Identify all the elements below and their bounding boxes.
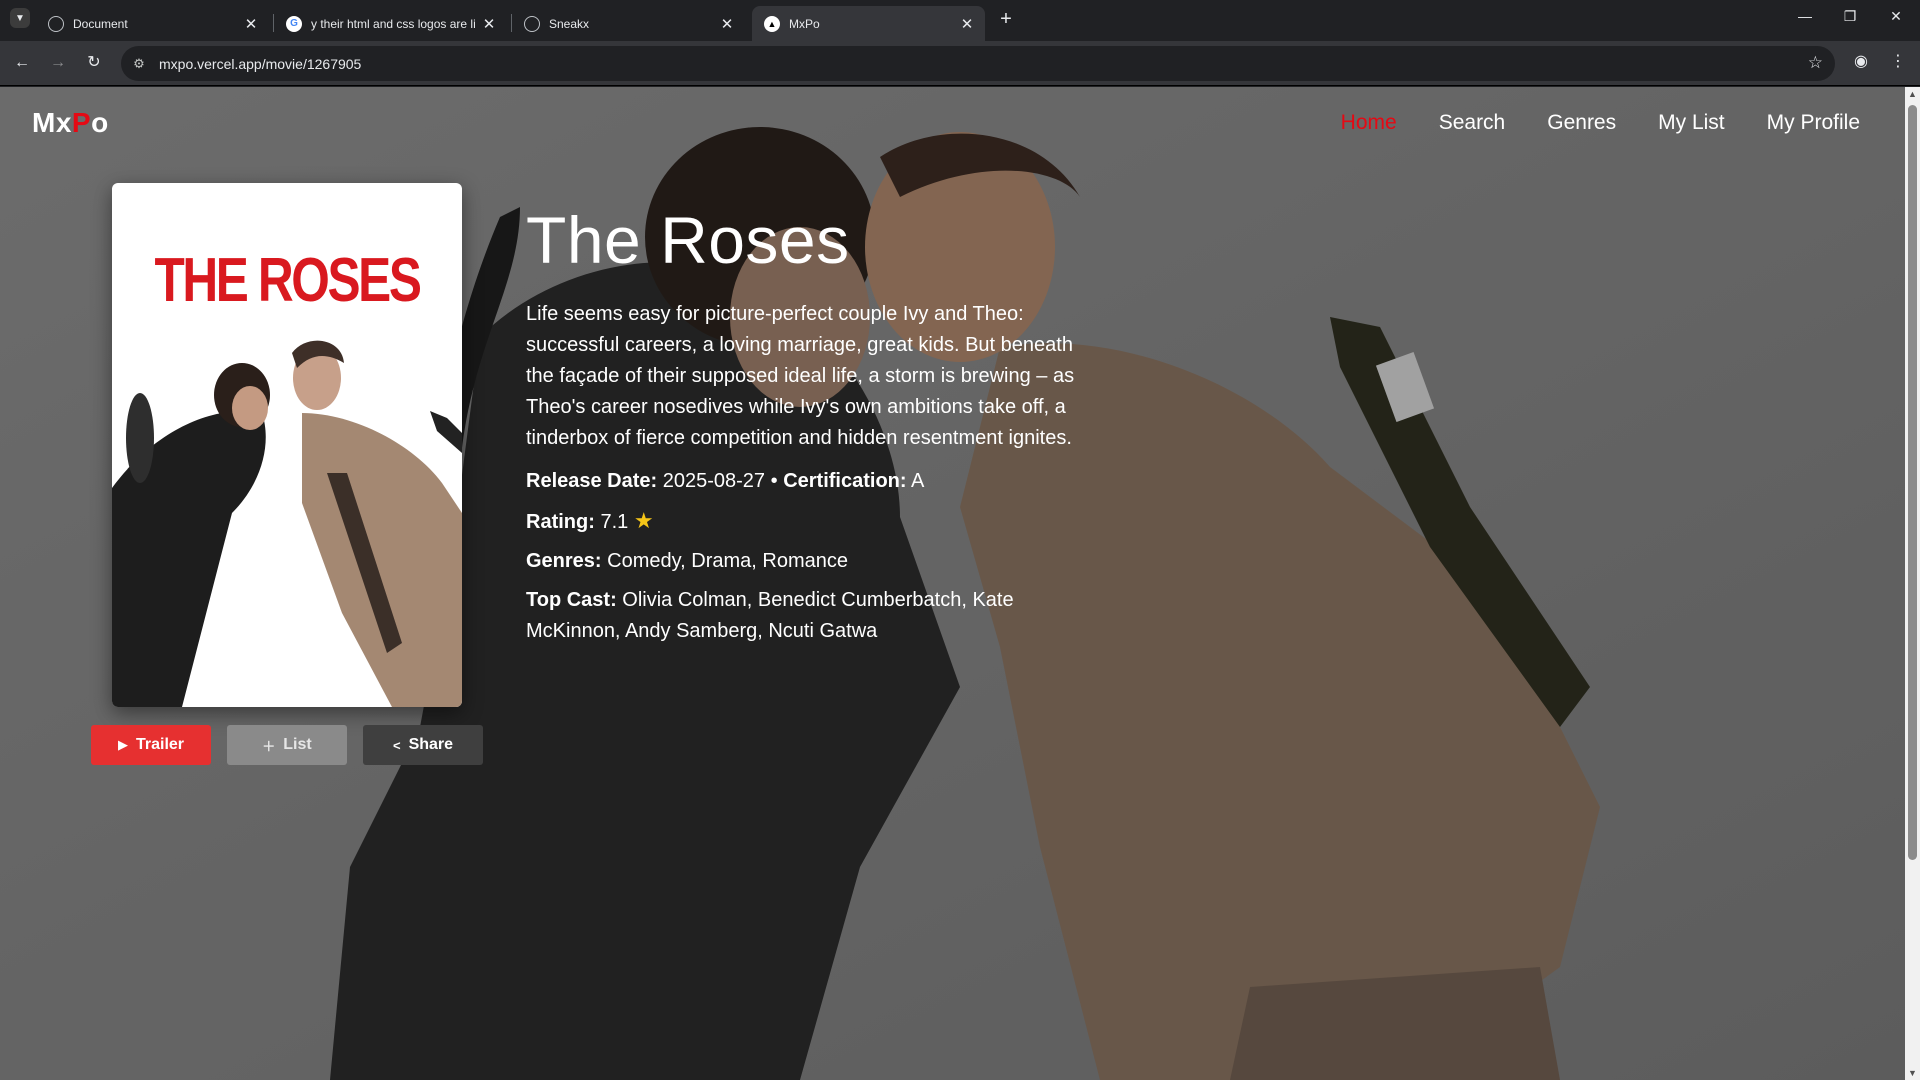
list-label: List [283,736,312,753]
triangle-logo-icon: ▲ [764,15,780,32]
close-window-icon[interactable]: ✕ [1884,8,1908,25]
nav-my-list[interactable]: My List [1658,111,1725,135]
page-scrollbar[interactable]: ▲ ▼ [1905,87,1920,1080]
movie-title: The Roses [526,203,850,277]
genres-label: Genres: [526,550,602,572]
browser-toolbar: ← → ↻ ⚙ mxpo.vercel.app/movie/1267905 ☆ … [0,41,1920,86]
close-tab-icon[interactable]: ✕ [719,15,735,33]
play-icon: ▶ [117,737,128,752]
trailer-label: Trailer [135,736,185,753]
tab-sneakx[interactable]: Sneakx ✕ [512,6,745,41]
poster-art [112,340,462,707]
scroll-down-icon[interactable]: ▼ [1908,1068,1917,1078]
rating-value: 7.1 [600,511,629,533]
profile-icon[interactable]: ◉ [1849,51,1873,71]
tab-google[interactable]: G y their html and css logos are li ✕ [274,6,507,41]
close-tab-icon[interactable]: ✕ [243,15,259,33]
movie-poster: THE ROSES [112,183,462,707]
back-icon[interactable]: ← [10,51,34,75]
release-label: Release Date: [526,470,658,492]
close-tab-icon[interactable]: ✕ [481,15,497,33]
google-icon: G [286,15,302,32]
nav-search[interactable]: Search [1439,111,1506,135]
tab-title: Sneakx [549,16,590,31]
meta-separator: • [770,470,778,492]
rating-label: Rating: [526,511,595,533]
site-logo[interactable]: MxPo [32,107,109,139]
tab-mxpo[interactable]: ▲ MxPo ✕ [752,6,985,41]
url-text[interactable]: mxpo.vercel.app/movie/1267905 [159,56,361,72]
address-bar[interactable]: ⚙ mxpo.vercel.app/movie/1267905 ☆ [121,46,1835,81]
menu-icon[interactable]: ⋮ [1886,51,1910,71]
site-info-icon[interactable]: ⚙ [129,56,149,72]
trailer-button[interactable]: ▶ Trailer [91,725,211,765]
reload-icon[interactable]: ↻ [82,51,106,75]
tab-title: MxPo [789,16,820,31]
tab-title: Document [73,16,128,31]
new-tab-icon[interactable]: + [996,8,1016,32]
nav-my-profile[interactable]: My Profile [1767,111,1860,135]
share-label: Share [408,736,454,753]
scroll-thumb[interactable] [1908,105,1917,860]
nav-home[interactable]: Home [1341,111,1397,135]
nav-genres[interactable]: Genres [1547,111,1616,135]
globe-icon [48,15,64,32]
scroll-up-icon[interactable]: ▲ [1908,89,1917,99]
tab-document[interactable]: Document ✕ [36,6,269,41]
logo-text-tail: o [91,107,109,138]
cast-line: Top Cast: Olivia Colman, Benedict Cumber… [526,585,1106,647]
minimize-icon[interactable]: — [1793,8,1817,24]
release-date: 2025-08-27 [662,470,766,492]
add-to-list-button[interactable]: ＋ List [227,725,347,765]
action-buttons: ▶ Trailer ＋ List < Share [91,725,483,765]
star-icon: ★ [633,508,654,533]
forward-icon[interactable]: → [46,51,70,75]
logo-accent-letter: P [71,107,92,138]
page-viewport: MxPo Home Search Genres My List My Profi… [0,87,1905,1080]
bookmark-star-icon[interactable]: ☆ [1808,53,1823,73]
share-button[interactable]: < Share [363,725,483,765]
certification-value: A [911,470,925,492]
tab-title: y their html and css logos are li [311,16,476,31]
globe-icon [524,15,540,32]
rating-line: Rating: 7.1 ★ [526,505,1106,538]
tab-search-icon[interactable]: ▼ [10,8,30,28]
certification-label: Certification: [783,470,907,492]
site-nav: Home Search Genres My List My Profile [1341,111,1860,135]
cast-label: Top Cast: [526,589,617,611]
genres-line: Genres: Comedy, Drama, Romance [526,546,1106,577]
restore-icon[interactable]: ❐ [1838,8,1862,25]
plus-icon: ＋ [262,738,276,754]
tab-strip: ▼ Document ✕ G y their html and css logo… [0,0,1920,41]
movie-overview: Life seems easy for picture-perfect coup… [526,303,1075,449]
share-icon: < [392,737,401,753]
movie-details: The Roses Life seems easy for picture-pe… [526,207,1106,655]
release-certification-line: Release Date: 2025-08-27 • Certification… [526,466,1106,497]
genres-value: Comedy, Drama, Romance [607,550,848,572]
logo-text: Mx [32,107,72,138]
close-tab-icon[interactable]: ✕ [959,15,975,33]
